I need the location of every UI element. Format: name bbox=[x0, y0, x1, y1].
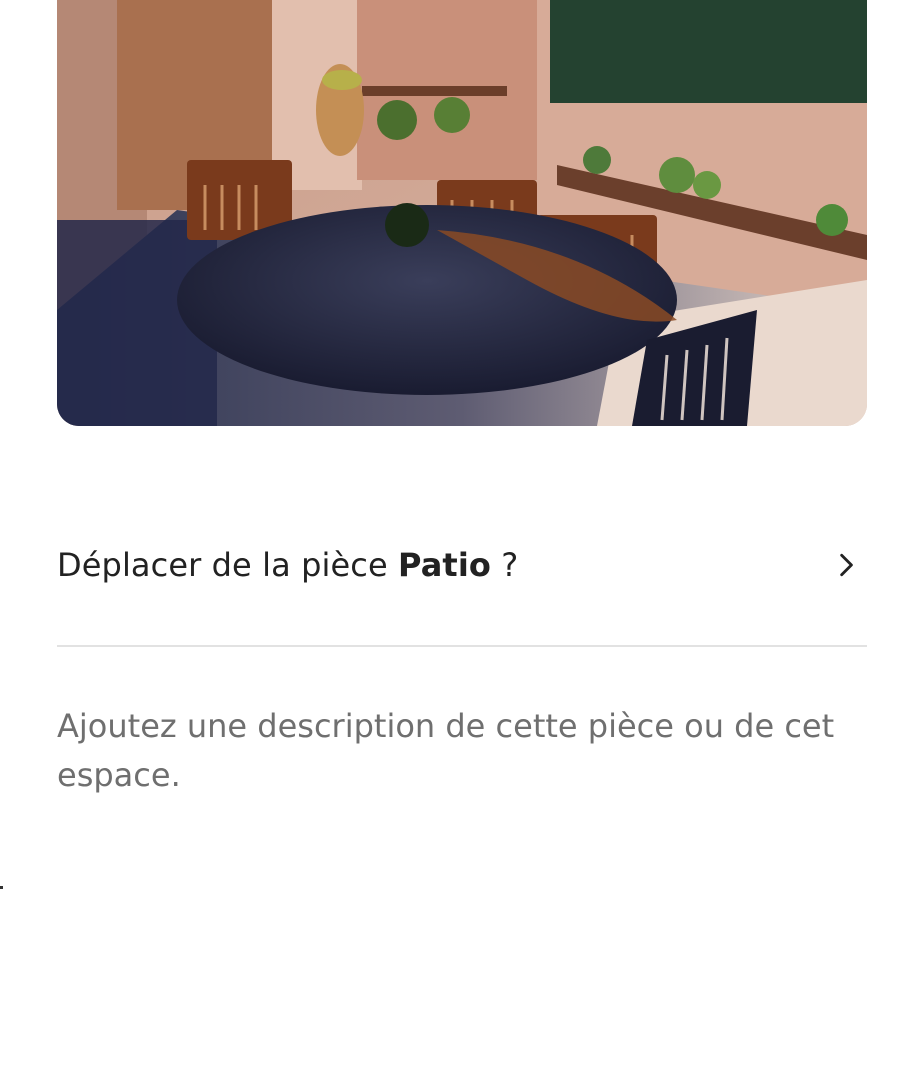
move-room-name: Patio bbox=[398, 546, 491, 584]
move-room-suffix: ? bbox=[501, 546, 519, 584]
edge-mark bbox=[0, 886, 3, 889]
room-description-placeholder: Ajoutez une description de cette pièce o… bbox=[57, 707, 835, 794]
move-room-prefix: Déplacer de la pièce bbox=[57, 546, 388, 584]
move-room-row[interactable]: Déplacer de la pièce Patio ? bbox=[57, 528, 867, 602]
chevron-right-icon[interactable] bbox=[833, 552, 859, 578]
room-photo[interactable] bbox=[57, 0, 867, 426]
patio-photo-image bbox=[57, 0, 867, 426]
move-room-label: Déplacer de la pièce Patio ? bbox=[57, 546, 518, 584]
divider bbox=[57, 645, 867, 647]
room-description-input[interactable]: Ajoutez une description de cette pièce o… bbox=[57, 702, 857, 812]
